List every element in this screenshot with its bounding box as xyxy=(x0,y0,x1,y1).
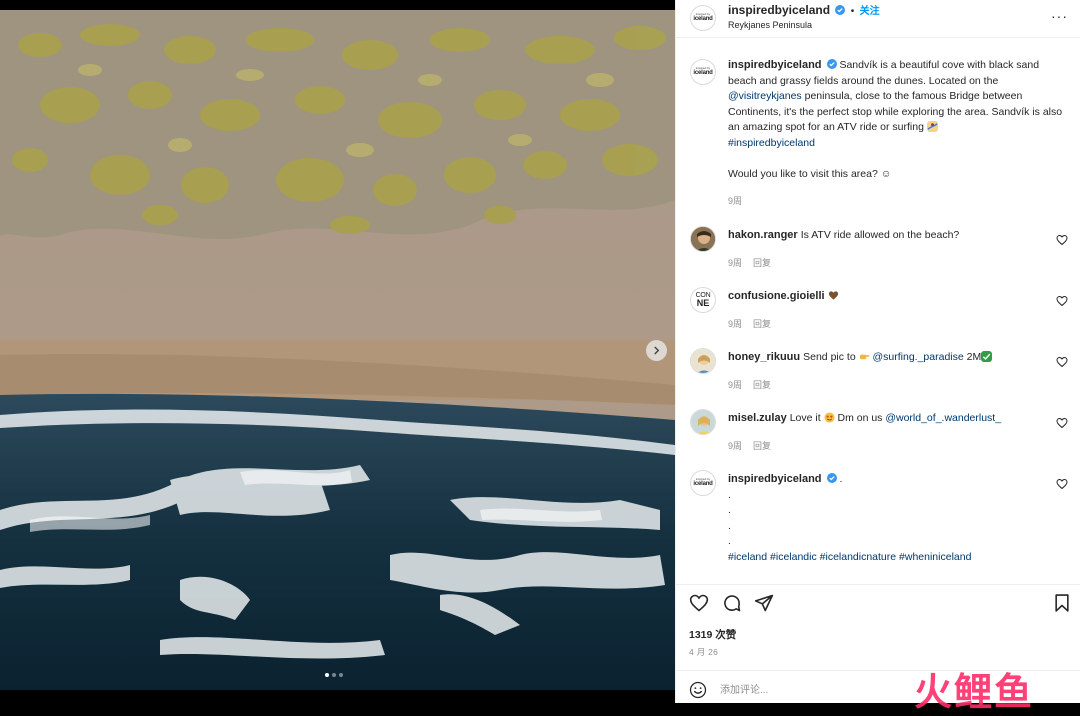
person-photo-icon xyxy=(691,410,715,434)
bookmark-icon[interactable] xyxy=(1052,593,1072,613)
star-eyes-emoji-icon xyxy=(824,412,835,423)
reply-button[interactable]: 回复 xyxy=(753,441,771,451)
carousel-indicator xyxy=(325,673,343,677)
instagram-post-dialog: inspired by iceland inspiredbyiceland • … xyxy=(0,0,1080,714)
reply-button[interactable]: 回复 xyxy=(753,319,771,329)
comment-meta: 9周 回复 xyxy=(728,439,771,452)
avatar[interactable] xyxy=(690,226,716,252)
comment-text: hakon.ranger Is ATV ride allowed on the b… xyxy=(728,228,1068,244)
caption-time[interactable]: 9周 xyxy=(728,196,742,206)
carousel-dot-active xyxy=(325,673,329,677)
watermark: 火鲤鱼 xyxy=(914,670,1035,714)
post-date[interactable]: 4 月 26 xyxy=(689,646,718,658)
comment-body-1: Love it xyxy=(789,412,824,424)
avatar[interactable]: inspired by iceland xyxy=(690,5,716,31)
add-comment-input[interactable] xyxy=(720,680,900,700)
like-comment-icon[interactable] xyxy=(1056,478,1068,490)
comment-time[interactable]: 9周 xyxy=(728,380,742,390)
comment-text: inspiredbyiceland . . . . . #iceland #ic… xyxy=(728,472,1068,565)
post-side-panel: inspired by iceland inspiredbyiceland • … xyxy=(675,0,1080,714)
comment-meta: 9周 回复 xyxy=(728,256,771,269)
verified-badge-icon xyxy=(835,5,846,15)
dot-line: . xyxy=(728,504,731,516)
logo-big-text: iceland xyxy=(693,70,713,76)
comment-text: confusione.gioielli xyxy=(728,289,1068,305)
comment-bubble-icon[interactable] xyxy=(722,593,742,613)
comment-username[interactable]: inspiredbyiceland xyxy=(728,473,822,485)
comment-body-1: Send pic to xyxy=(803,351,859,363)
avatar[interactable]: CON NE xyxy=(690,287,716,313)
comment-username[interactable]: hakon.ranger xyxy=(728,229,798,241)
header-username[interactable]: inspiredbyiceland xyxy=(728,3,830,17)
more-options-button[interactable]: ··· xyxy=(1051,8,1068,24)
carousel-dot xyxy=(339,673,343,677)
comment-body-2: Dm on us xyxy=(834,412,886,424)
post-media[interactable] xyxy=(0,0,675,703)
brown-heart-emoji-icon xyxy=(828,291,838,300)
caption-username[interactable]: inspiredbyiceland xyxy=(728,59,822,71)
comment-body: Is ATV ride allowed on the beach? xyxy=(800,229,960,241)
hashtags[interactable]: #iceland #icelandic #icelandicnature #wh… xyxy=(728,551,971,563)
surfer-emoji-icon xyxy=(926,121,938,132)
likes-count[interactable]: 1319 次赞 xyxy=(689,627,736,642)
dot-line: . xyxy=(728,519,731,532)
comment-time[interactable]: 9周 xyxy=(728,441,742,451)
share-send-icon[interactable] xyxy=(754,593,774,613)
caption-hashtag[interactable]: #inspiredbyiceland xyxy=(728,137,815,149)
comment-mention[interactable]: @world_of_.wanderlust_ xyxy=(885,412,1001,424)
verified-badge-icon xyxy=(826,473,837,483)
pointing-hand-emoji-icon xyxy=(859,354,870,360)
emoji-smile-icon[interactable] xyxy=(689,681,707,699)
comment-username[interactable]: confusione.gioielli xyxy=(728,290,825,302)
next-image-button[interactable] xyxy=(646,340,667,361)
follow-button[interactable]: 关注 xyxy=(860,6,880,17)
caption-question: Would you like to visit this area? ☺ xyxy=(728,167,892,180)
like-comment-icon[interactable] xyxy=(1056,234,1068,246)
comment-username[interactable]: misel.zulay xyxy=(728,412,787,424)
logo-big-text: iceland xyxy=(693,481,713,487)
caption-meta: 9周 xyxy=(728,194,742,207)
location-link[interactable]: Reykjanes Peninsula xyxy=(728,20,812,30)
caption-text: inspiredbyiceland Sandvík is a beautiful… xyxy=(728,58,1068,182)
post-actions: 1319 次赞 4 月 26 xyxy=(676,584,1080,670)
avatar[interactable]: inspired by iceland xyxy=(690,59,716,85)
comment-text: misel.zulay Love it Dm on us @world_of_.w… xyxy=(728,411,1068,427)
avatar[interactable] xyxy=(690,348,716,374)
header-separator: • xyxy=(850,6,855,17)
chevron-right-icon xyxy=(654,346,660,355)
comment-body-2: 2M xyxy=(963,351,982,363)
person-photo-icon xyxy=(691,349,715,373)
header-name-line: inspiredbyiceland • 关注 xyxy=(728,2,880,17)
verified-badge-icon xyxy=(826,59,837,69)
dot-line: . xyxy=(728,488,731,501)
comment-text: honey_rikuuu Send pic to @surfing._paradi… xyxy=(728,350,1068,366)
reply-button[interactable]: 回复 xyxy=(753,258,771,268)
comment-meta: 9周 回复 xyxy=(728,378,771,391)
comment-time[interactable]: 9周 xyxy=(728,258,742,268)
carousel-dot xyxy=(332,673,336,677)
comments-feed[interactable]: inspired by iceland inspiredbyiceland Sa… xyxy=(676,38,1080,584)
reply-button[interactable]: 回复 xyxy=(753,380,771,390)
comment-time[interactable]: 9周 xyxy=(728,319,742,329)
person-photo-icon xyxy=(691,227,715,251)
comment-username[interactable]: honey_rikuuu xyxy=(728,351,800,363)
avatar[interactable]: inspired by iceland xyxy=(690,470,716,496)
caption-mention[interactable]: @visitreykjanes xyxy=(728,90,802,102)
like-comment-icon[interactable] xyxy=(1056,295,1068,307)
dot-line: . xyxy=(728,535,731,547)
logo-big-text: iceland xyxy=(693,16,713,22)
like-comment-icon[interactable] xyxy=(1056,417,1068,429)
avatar-logo-line2: NE xyxy=(696,298,710,308)
comment-body: . xyxy=(836,473,843,485)
avatar[interactable] xyxy=(690,409,716,435)
beach-aerial-photo xyxy=(0,10,675,690)
comment-meta: 9周 回复 xyxy=(728,317,771,330)
post-header: inspired by iceland inspiredbyiceland • … xyxy=(676,0,1080,38)
like-comment-icon[interactable] xyxy=(1056,356,1068,368)
check-mark-emoji-icon xyxy=(981,351,993,362)
like-heart-icon[interactable] xyxy=(689,593,709,613)
comment-mention[interactable]: @surfing._paradise xyxy=(873,351,964,363)
